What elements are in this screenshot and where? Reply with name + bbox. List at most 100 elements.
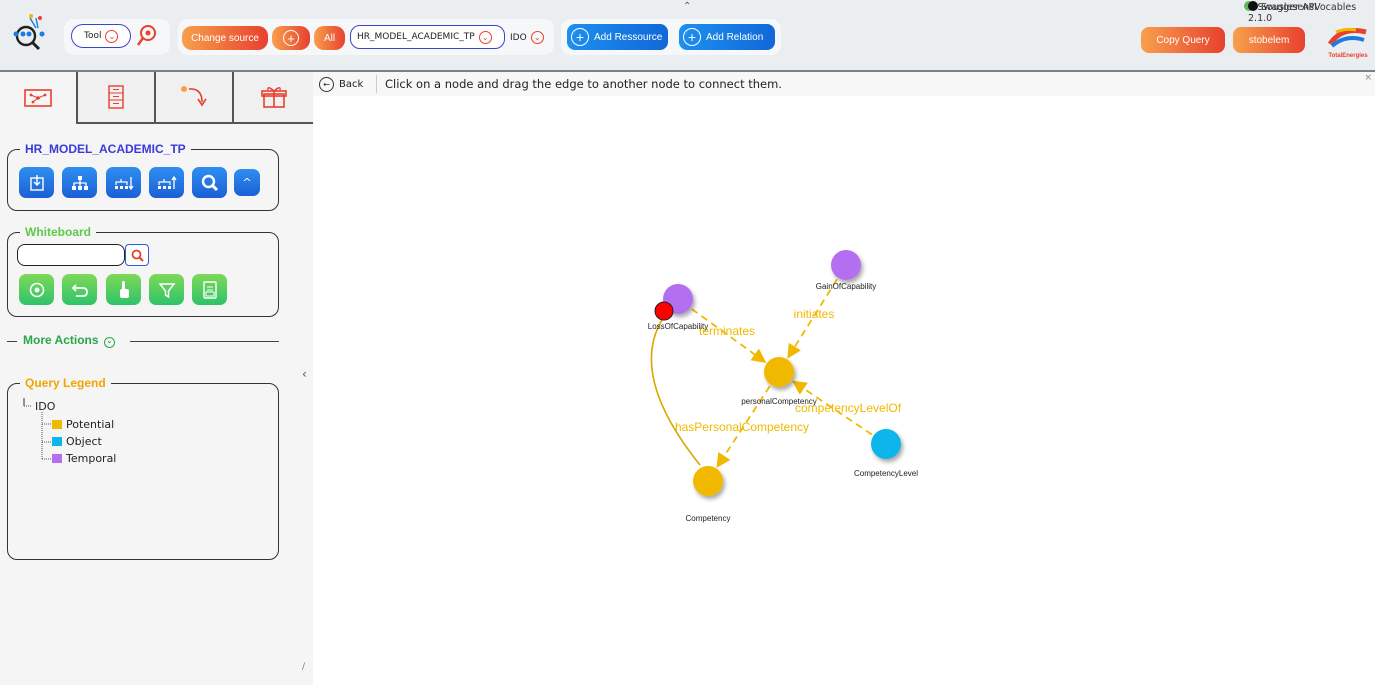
add-resource-button[interactable]: + Add Ressource: [567, 24, 668, 50]
hand-pointer-icon: [119, 280, 129, 298]
tool-group: Tool ⌄: [64, 19, 170, 55]
resize-handle-icon[interactable]: ∕: [302, 662, 305, 672]
message-bar: ← Back Click on a node and drag the edge…: [313, 72, 1375, 96]
graph-tab-icon: [24, 89, 52, 107]
legend-label: Temporal: [66, 452, 117, 465]
reload-button[interactable]: [19, 274, 54, 305]
source-group: Change source + All HR_MODEL_ACADEMIC_TP…: [178, 19, 554, 55]
main-area: terminates initiates competencyLevelOf hasP…: [313, 72, 1375, 685]
source-section-title: HR_MODEL_ACADEMIC_TP: [25, 142, 186, 156]
version-link[interactable]: SouslesensVocables 2.1.0: [1248, 1, 1375, 24]
legend-item-potential[interactable]: Potential: [52, 418, 114, 431]
search-icon: [201, 174, 218, 191]
graph-node[interactable]: [764, 357, 794, 387]
object-color-swatch: [52, 437, 62, 446]
change-source-button[interactable]: Change source: [182, 26, 268, 50]
plus-icon: +: [683, 28, 701, 46]
add-source-button[interactable]: +: [272, 26, 310, 50]
all-button[interactable]: All: [314, 26, 345, 50]
node-label: personalCompetency: [741, 397, 817, 406]
add-relation-label: Add Relation: [706, 31, 764, 43]
ido-select[interactable]: IDO ⌄: [510, 31, 544, 44]
reload-icon: [29, 282, 44, 297]
back-button[interactable]: ← Back: [319, 77, 363, 92]
sort-up-button[interactable]: [149, 167, 184, 198]
potential-color-swatch: [52, 420, 62, 429]
collapse-panel-icon[interactable]: ‹: [302, 367, 307, 381]
graph-node[interactable]: [693, 466, 723, 496]
filter-button[interactable]: [149, 274, 184, 305]
chevron-down-icon: ⌄: [478, 30, 492, 44]
chevron-down-icon: ⌄: [530, 31, 544, 44]
temporal-color-swatch: [52, 454, 62, 463]
node-label: Competency: [686, 514, 731, 523]
legend-label: Object: [66, 435, 102, 448]
divider: [130, 341, 279, 342]
more-actions-row[interactable]: More Actions ⌄: [7, 330, 279, 352]
search-icon: [131, 249, 144, 262]
chevron-down-icon: ⌄: [105, 29, 119, 43]
select-icon: [29, 174, 44, 191]
back-arrow-icon: ←: [319, 77, 334, 92]
sort-down-icon: [114, 176, 134, 190]
add-relation-button[interactable]: + Add Relation: [679, 24, 775, 50]
gift-box-icon: [260, 87, 287, 108]
add-group: + Add Ressource + Add Relation: [561, 19, 781, 55]
tab-data[interactable]: [78, 72, 156, 124]
top-toolbar: ⌃ Tool ⌄ Change source + All HR_MODEL_AC…: [0, 0, 1375, 72]
search-button[interactable]: [192, 167, 227, 198]
query-legend-title: Query Legend: [25, 376, 106, 390]
legend-item-temporal[interactable]: Temporal: [52, 452, 116, 465]
edge-handle-marker[interactable]: [654, 301, 674, 321]
divider: [7, 341, 17, 342]
graph-edge[interactable]: [650, 310, 701, 466]
user-button[interactable]: stobelem: [1233, 27, 1305, 53]
collapse-header-icon[interactable]: ⌃: [683, 1, 691, 12]
select-source-button[interactable]: [19, 167, 54, 198]
undo-button[interactable]: [62, 274, 97, 305]
node-label: CompetencyLevel: [854, 469, 918, 478]
copy-query-button[interactable]: Copy Query: [1141, 27, 1225, 53]
filter-icon: [157, 282, 176, 298]
graph-canvas[interactable]: terminatesinitiatescompetencyLevelOfhasP…: [313, 72, 1375, 685]
plus-icon: +: [571, 28, 589, 46]
chevron-down-icon: ⌄: [103, 337, 115, 348]
graph-node[interactable]: [871, 429, 901, 459]
add-resource-label: Add Ressource: [594, 31, 663, 43]
close-icon[interactable]: ×: [1364, 73, 1372, 83]
hierarchy-button[interactable]: [62, 167, 97, 198]
source-select[interactable]: HR_MODEL_ACADEMIC_TP ⌄: [350, 25, 505, 49]
legend-tree-root[interactable]: IDO: [35, 400, 55, 413]
cabinet-icon: [108, 85, 124, 109]
app-logo: [8, 12, 50, 54]
node-label: LossOfCapability: [648, 322, 708, 331]
more-actions-label: More Actions ⌄: [23, 333, 115, 348]
tab-graph[interactable]: [0, 72, 78, 124]
collapse-button[interactable]: ^: [234, 169, 260, 196]
nodes-layer: GainOfCapability LossOfCapability personal…: [648, 250, 918, 523]
undo-icon: [71, 283, 88, 297]
whiteboard-search-button[interactable]: [125, 244, 149, 266]
touch-button[interactable]: [106, 274, 141, 305]
sort-up-icon: [157, 175, 177, 189]
export-button[interactable]: [192, 274, 227, 305]
ido-label: IDO: [510, 32, 527, 43]
legend-item-object[interactable]: Object: [52, 435, 102, 448]
tab-path[interactable]: [156, 72, 234, 124]
divider: [376, 75, 377, 93]
search-tool-icon[interactable]: [136, 23, 160, 52]
hierarchy-icon: [71, 175, 88, 190]
total-energies-logo: TotalEnergies: [1322, 24, 1374, 62]
version-label: SouslesensVocables 2.1.0: [1248, 2, 1357, 24]
source-select-value: HR_MODEL_ACADEMIC_TP: [357, 32, 475, 42]
legend-label: Potential: [66, 418, 115, 431]
whiteboard-search-input[interactable]: [17, 244, 125, 266]
left-panel: HR_MODEL_ACADEMIC_TP ^ Whiteboard More A…: [0, 72, 313, 685]
graph-node[interactable]: [831, 250, 861, 280]
sort-down-button[interactable]: [106, 167, 141, 198]
tab-box[interactable]: [234, 72, 313, 124]
node-label: GainOfCapability: [816, 282, 876, 291]
back-label: Back: [339, 79, 364, 90]
document-export-icon: [202, 280, 217, 299]
tool-select[interactable]: Tool ⌄: [71, 24, 131, 48]
